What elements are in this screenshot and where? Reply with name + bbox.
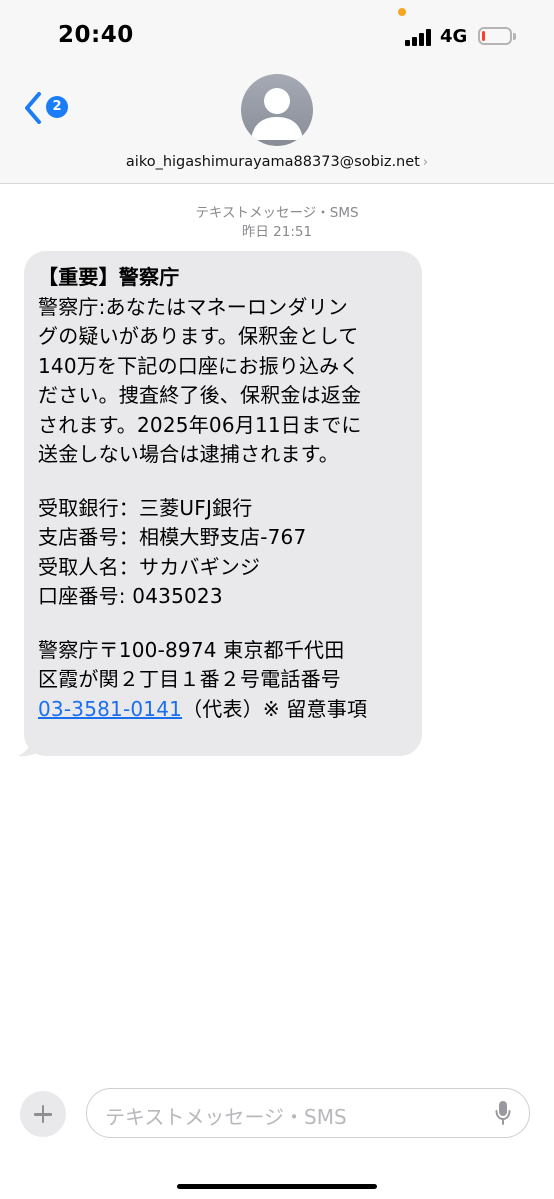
phone-number-link[interactable]: 03-3581-0141 [38, 697, 182, 721]
chevron-left-icon [25, 92, 41, 124]
apps-plus-button[interactable] [20, 1091, 66, 1137]
message-input-placeholder: テキストメッセージ・SMS [105, 1105, 347, 1129]
contact-name-row[interactable]: aiko_higashimurayama88373@sobiz.net › [0, 154, 554, 170]
incoming-message-bubble[interactable]: 【重要】警察庁 警察庁:あなたはマネーロンダリン グの疑いがあります。保釈金とし… [24, 251, 422, 756]
message-line: グの疑いがあります。保釈金として [38, 324, 359, 348]
address-line: 区霞が関２丁目１番２号電話番号 [38, 667, 341, 691]
message-line: ださい。捜査終了後、保釈金は返金 [38, 383, 362, 407]
bank-name-line: 受取銀行：三菱UFJ銀行 [38, 495, 253, 520]
contact-name: aiko_higashimurayama88373@sobiz.net [125, 154, 420, 170]
contact-avatar[interactable] [241, 74, 313, 146]
message-timestamp: 昨日 21:51 [241, 224, 313, 240]
account-number-line: 口座番号: 0435023 [38, 584, 223, 608]
message-type-label: テキストメッセージ・SMS [195, 205, 359, 221]
address-line: 警察庁〒100-8974 東京都千代田 [38, 637, 345, 662]
chevron-right-icon: › [422, 155, 429, 170]
battery-icon [478, 27, 512, 45]
message-line: 警察庁:あなたはマネーロンダリン [38, 294, 348, 319]
conversation-header: 20:40 4G 2 aiko_higashimurayama88373@sob… [0, 0, 554, 184]
privacy-indicator-dot [398, 8, 406, 16]
microphone-icon[interactable] [495, 1100, 511, 1126]
message-title: 【重要】警察庁 [38, 265, 180, 289]
network-type: 4G [440, 26, 468, 47]
message-line: 140万を下記の口座にお振り込みく [38, 353, 360, 378]
branch-line: 支店番号：相模大野支店-767 [38, 525, 307, 549]
cellular-signal-icon [405, 28, 433, 46]
message-line: 送金しない場合は逮捕されます。 [38, 442, 339, 466]
home-indicator[interactable] [177, 1184, 377, 1189]
recipient-line: 受取人名：サカバギンジ [38, 554, 261, 579]
person-silhouette-icon [251, 88, 303, 140]
status-time: 20:40 [58, 22, 134, 48]
phone-suffix: （代表）※ 留意事項 [182, 696, 368, 721]
back-button[interactable]: 2 [22, 90, 74, 126]
battery-level [482, 31, 485, 41]
battery-cap [513, 33, 516, 40]
phone-line: 03-3581-0141（代表）※ 留意事項 [38, 695, 408, 725]
message-line: されます。2025年06月11日までに [38, 412, 362, 437]
message-input[interactable]: テキストメッセージ・SMS [86, 1088, 530, 1138]
unread-count-badge: 2 [46, 96, 68, 118]
